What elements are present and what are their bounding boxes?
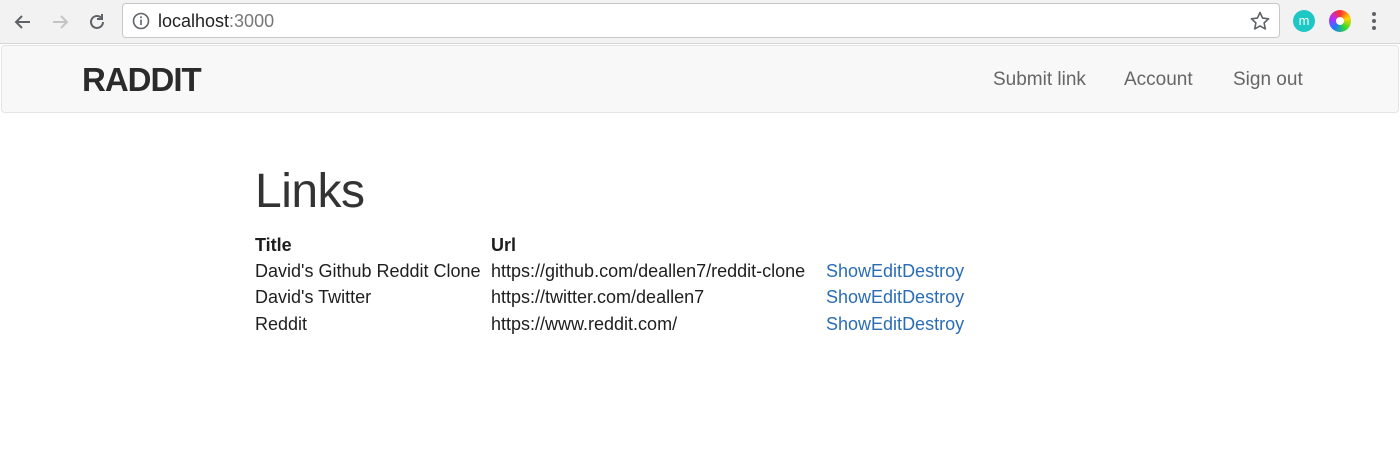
link-title: David's Twitter	[255, 287, 372, 308]
link-url: https://github.com/deallen7/reddit-clone	[491, 260, 806, 281]
table-row: Reddit https://www.reddit.com/ ShowEditD…	[255, 311, 964, 338]
brand-logo[interactable]: RADDIT	[82, 60, 202, 100]
back-button[interactable]	[8, 7, 38, 37]
table-header-row: Title Url	[255, 232, 964, 258]
url-port: :3000	[229, 11, 275, 31]
edit-link[interactable]: Edit	[871, 261, 902, 281]
info-icon[interactable]	[132, 12, 150, 30]
column-header-title: Title	[255, 234, 292, 255]
url-text[interactable]: localhost:3000	[158, 12, 274, 31]
column-header-actions	[826, 232, 964, 258]
show-link[interactable]: Show	[826, 314, 871, 334]
links-table: Title Url David's Github Reddit Clone ht…	[255, 232, 964, 338]
browser-toolbar: localhost:3000 m	[0, 0, 1400, 44]
row-actions: ShowEditDestroy	[826, 258, 964, 285]
app-navbar: RADDIT Submit link Account Sign out	[1, 45, 1399, 113]
browser-menu-icon[interactable]	[1368, 9, 1380, 33]
table-row: David's Twitter https://twitter.com/deal…	[255, 285, 964, 312]
account-nav[interactable]: Account	[1124, 68, 1193, 92]
forward-button[interactable]	[45, 7, 75, 37]
edit-link[interactable]: Edit	[871, 314, 902, 334]
link-url: https://twitter.com/deallen7	[491, 287, 705, 308]
destroy-link[interactable]: Destroy	[902, 314, 964, 334]
menu-dot	[1372, 19, 1376, 23]
address-bar[interactable]: localhost:3000	[122, 3, 1280, 38]
link-title: Reddit	[255, 313, 308, 334]
reload-button[interactable]	[82, 7, 112, 37]
row-actions: ShowEditDestroy	[826, 311, 964, 338]
link-url: https://www.reddit.com/	[491, 313, 678, 334]
row-actions: ShowEditDestroy	[826, 285, 964, 312]
color-wheel-extension-icon[interactable]	[1329, 10, 1351, 32]
star-icon[interactable]	[1249, 10, 1271, 32]
destroy-link[interactable]: Destroy	[902, 261, 964, 281]
destroy-link[interactable]: Destroy	[902, 287, 964, 307]
page-title: Links	[255, 165, 365, 218]
m-extension-icon[interactable]: m	[1293, 10, 1315, 32]
show-link[interactable]: Show	[826, 261, 871, 281]
link-title: David's Github Reddit Clone	[255, 260, 481, 281]
sign-out-nav[interactable]: Sign out	[1233, 68, 1303, 92]
table-row: David's Github Reddit Clone https://gith…	[255, 258, 964, 285]
menu-dot	[1372, 26, 1376, 30]
show-link[interactable]: Show	[826, 287, 871, 307]
edit-link[interactable]: Edit	[871, 287, 902, 307]
submit-link-nav[interactable]: Submit link	[993, 68, 1086, 92]
arrow-right-icon	[53, 15, 69, 29]
menu-dot	[1372, 12, 1376, 16]
column-header-url: Url	[491, 234, 517, 255]
reload-icon	[90, 14, 104, 29]
url-host: localhost	[158, 11, 230, 31]
arrow-left-icon	[14, 15, 30, 29]
